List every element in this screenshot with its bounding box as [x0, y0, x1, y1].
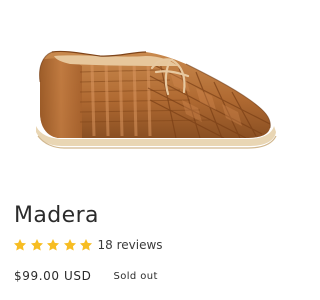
price-row: $99.00 USD Sold out — [14, 266, 158, 286]
star-icon — [63, 239, 76, 251]
star-icon — [46, 239, 60, 251]
star-icon — [30, 239, 43, 251]
product-title: Madera — [14, 203, 99, 228]
rating-row[interactable]: 18 reviews — [13, 236, 163, 254]
star-icon — [13, 239, 27, 251]
sold-out-badge: Sold out — [113, 270, 158, 282]
star-icon — [79, 239, 93, 251]
star-rating — [13, 238, 96, 252]
product-price: $99.00 USD — [14, 269, 92, 283]
review-count-link[interactable]: 18 reviews — [98, 238, 163, 252]
product-image[interactable] — [0, 0, 300, 200]
